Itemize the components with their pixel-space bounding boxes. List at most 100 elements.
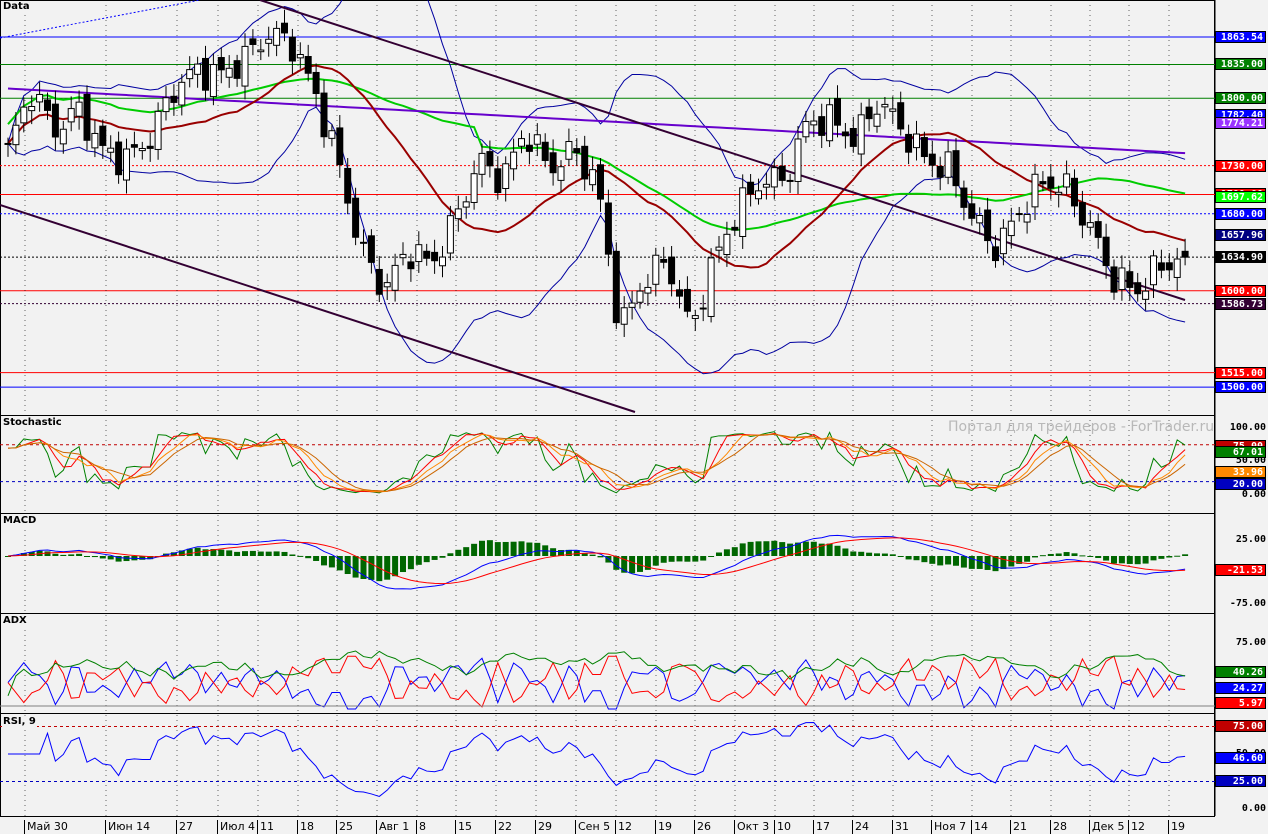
candle xyxy=(107,147,115,153)
candle xyxy=(138,148,146,152)
macd-histogram-bar xyxy=(455,549,462,556)
candle xyxy=(1031,173,1039,208)
candle xyxy=(1150,255,1157,286)
candle xyxy=(1102,236,1110,267)
price-tag: 1697.62 xyxy=(1215,190,1266,203)
date-label: 31 xyxy=(892,820,909,834)
candle xyxy=(233,60,241,79)
indicator-tag: 24.27 xyxy=(1215,682,1266,694)
candle xyxy=(1126,271,1134,288)
candle xyxy=(494,168,502,194)
price-tag: 1800.00 xyxy=(1215,92,1266,105)
macd-histogram-bar xyxy=(550,548,557,556)
date-label: 24 xyxy=(852,820,869,834)
candle xyxy=(360,241,367,244)
date-label: 21 xyxy=(1010,820,1027,834)
candle xyxy=(668,256,676,285)
candle xyxy=(59,128,67,145)
candle xyxy=(628,302,636,308)
candle xyxy=(699,307,707,310)
indicator-tag: 40.26 xyxy=(1215,666,1266,678)
candle xyxy=(770,167,778,188)
candle xyxy=(91,132,99,149)
date-label: Дек 5 xyxy=(1089,820,1125,834)
candle xyxy=(865,106,873,120)
macd-histogram-bar xyxy=(692,556,699,562)
candle xyxy=(518,138,525,147)
candle xyxy=(565,141,573,160)
date-label: 26 xyxy=(694,820,711,834)
candle xyxy=(20,106,28,124)
macd-histogram-bar xyxy=(242,551,248,556)
price-tag: 1634.90 xyxy=(1215,251,1266,264)
date-label: Ноя 7 xyxy=(931,820,966,834)
macd-histogram-bar xyxy=(60,554,67,556)
macd-histogram-bar xyxy=(281,551,288,556)
candle xyxy=(612,250,620,324)
candle xyxy=(304,56,312,74)
macd-histogram-bar xyxy=(1063,552,1070,556)
macd-histogram-bar xyxy=(52,553,59,556)
candle xyxy=(375,268,383,295)
candle xyxy=(533,134,541,145)
candle xyxy=(604,202,612,255)
candle xyxy=(486,151,494,167)
macd-histogram-bar xyxy=(834,545,841,556)
date-label: 19 xyxy=(1168,820,1185,834)
candle xyxy=(691,315,699,319)
panel-rsi xyxy=(0,713,1215,817)
macd-histogram-bar xyxy=(305,556,312,559)
candle xyxy=(296,53,304,59)
candle xyxy=(644,286,652,294)
macd-histogram-bar xyxy=(68,554,75,556)
macd-histogram-bar xyxy=(431,556,438,560)
candle xyxy=(391,264,399,291)
candle xyxy=(470,173,478,203)
candle xyxy=(549,152,557,174)
candle xyxy=(952,150,960,187)
chart-canvas[interactable] xyxy=(0,0,1268,834)
macd-histogram-bar xyxy=(1118,556,1125,564)
candle xyxy=(541,141,549,161)
candle xyxy=(1039,181,1047,185)
macd-histogram-bar xyxy=(1095,556,1102,559)
candle xyxy=(265,38,273,44)
macd-histogram-bar xyxy=(463,547,470,556)
candle xyxy=(999,227,1007,255)
candle xyxy=(873,113,881,127)
macd-histogram-bar xyxy=(1182,554,1189,556)
price-tag: 1680.00 xyxy=(1215,207,1266,220)
date-label: 29 xyxy=(535,820,552,834)
candle xyxy=(328,130,336,139)
macd-histogram-bar xyxy=(479,540,485,556)
candle xyxy=(415,244,423,263)
candle xyxy=(968,203,976,219)
macd-histogram-bar xyxy=(676,556,683,562)
candle xyxy=(731,226,739,231)
candle xyxy=(905,133,913,153)
macd-histogram-bar xyxy=(1032,556,1038,558)
indicator-tag: 75.00 xyxy=(1215,720,1266,732)
candle xyxy=(620,307,628,325)
price-tag: 1835.00 xyxy=(1215,58,1266,71)
candle xyxy=(336,127,344,166)
macd-histogram-bar xyxy=(226,550,233,556)
candle xyxy=(431,251,439,262)
price-tag: 1586.73 xyxy=(1215,297,1266,310)
panel-label-macd: MACD xyxy=(2,515,38,526)
date-label: Сен 5 xyxy=(575,820,610,834)
candle xyxy=(1086,222,1094,228)
candle xyxy=(186,69,194,80)
macd-histogram-bar xyxy=(629,556,636,574)
candle xyxy=(4,142,12,145)
candle xyxy=(383,282,391,288)
candle xyxy=(1078,202,1086,226)
macd-histogram-bar xyxy=(1039,555,1046,557)
candle xyxy=(1023,213,1031,223)
candle xyxy=(1047,176,1055,189)
candle xyxy=(984,209,992,242)
candle xyxy=(589,169,597,186)
macd-histogram-bar xyxy=(494,542,501,556)
candle xyxy=(130,144,138,148)
macd-histogram-bar xyxy=(881,553,888,556)
